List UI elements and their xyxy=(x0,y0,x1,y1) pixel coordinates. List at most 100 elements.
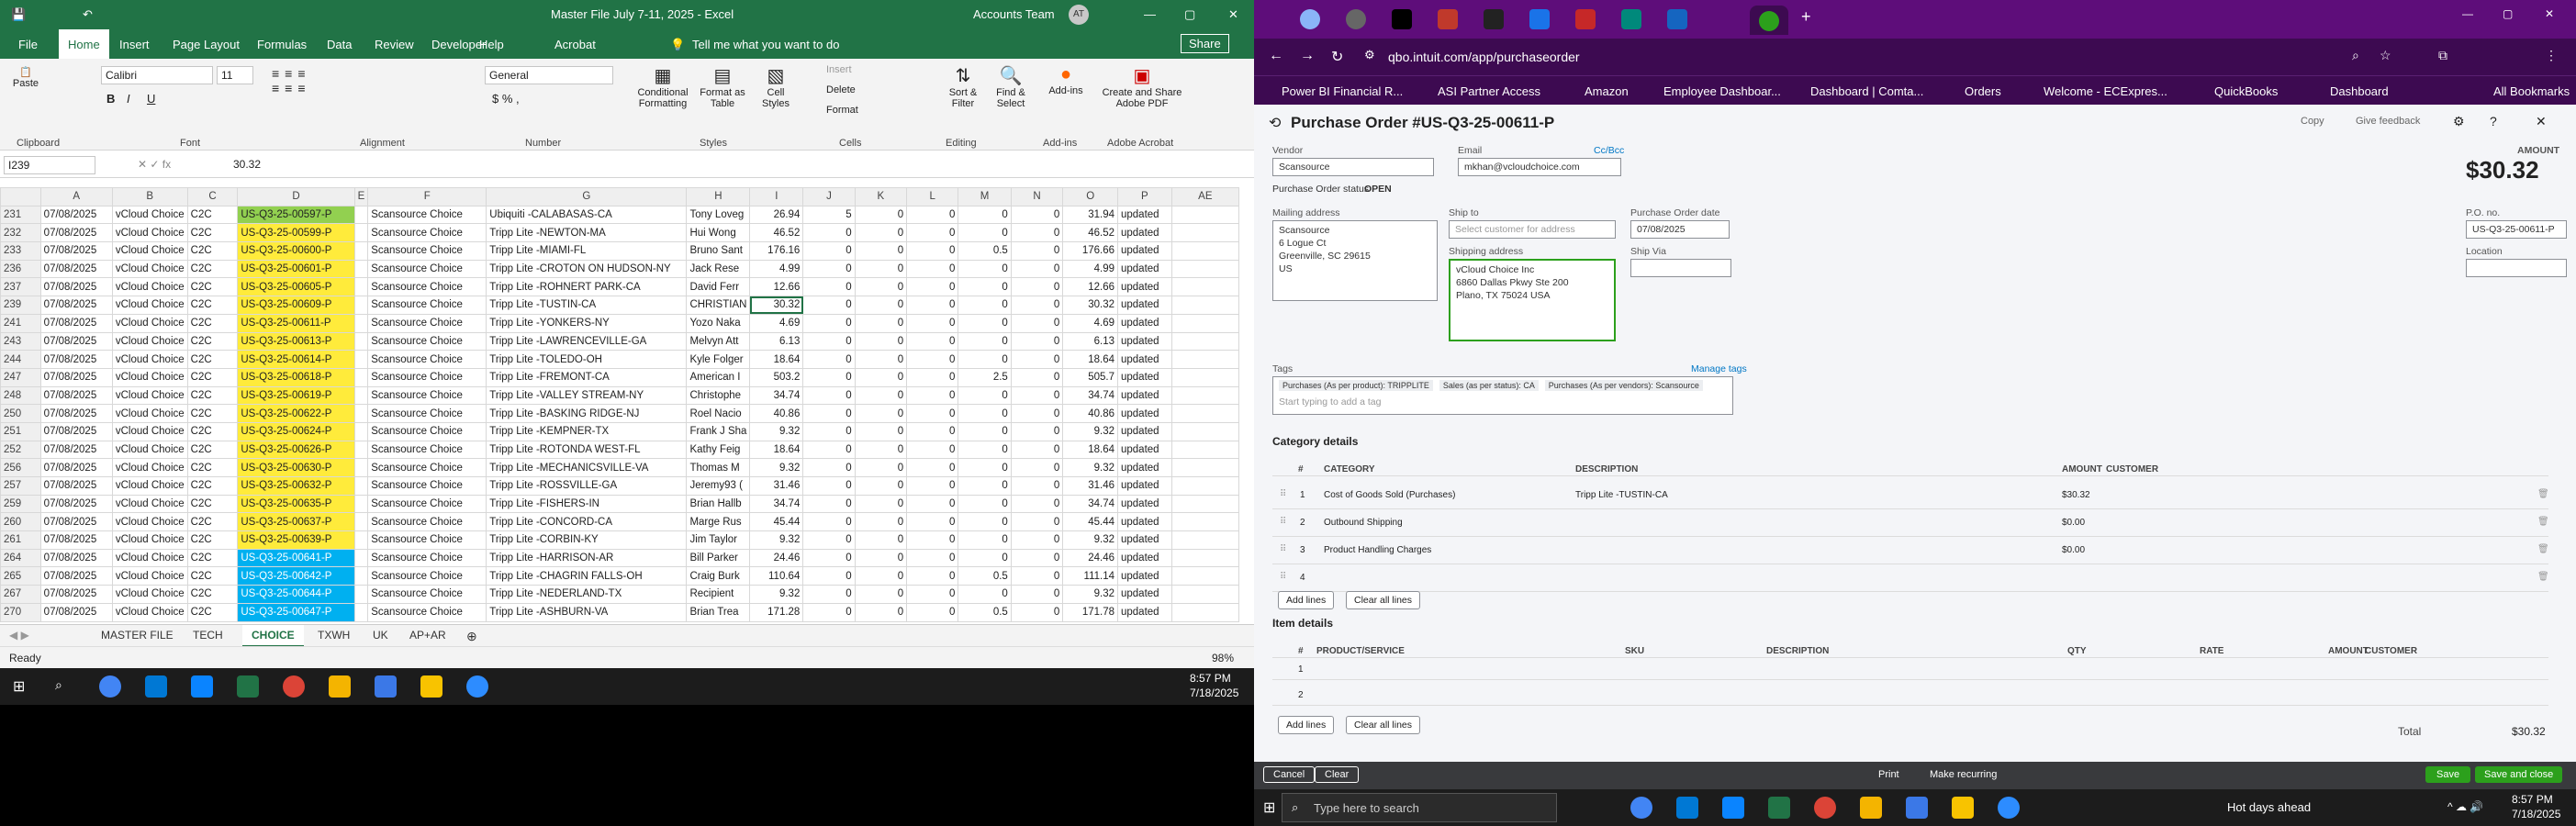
cell[interactable]: updated xyxy=(1117,548,1172,568)
cell[interactable]: 0 xyxy=(906,512,959,532)
cell[interactable]: 0 xyxy=(854,241,908,261)
cell[interactable] xyxy=(353,296,369,315)
cell[interactable]: vCloud Choice xyxy=(111,350,188,369)
cc-bcc-link[interactable]: Cc/Bcc xyxy=(1594,145,1624,156)
cell[interactable]: 07/08/2025 xyxy=(39,440,113,460)
cell[interactable]: Tripp Lite -TUSTIN-CA xyxy=(486,296,688,315)
cell[interactable]: 07/08/2025 xyxy=(39,367,113,387)
cell[interactable]: C2C xyxy=(186,331,239,352)
cell[interactable]: 0 xyxy=(802,259,856,279)
cell-styles-button[interactable]: ▧ Cell Styles xyxy=(753,64,799,109)
cell[interactable]: vCloud Choice xyxy=(111,530,188,550)
cell[interactable]: 0 xyxy=(958,277,1012,297)
cell[interactable]: 4.69 xyxy=(1062,313,1118,333)
windows-start-icon[interactable]: ⊞ xyxy=(13,677,25,696)
cell[interactable]: Scansource Choice xyxy=(367,385,487,406)
column-header[interactable]: P xyxy=(1117,187,1172,206)
cell[interactable]: 0 xyxy=(1010,350,1064,369)
cell[interactable] xyxy=(1170,331,1240,352)
amazon-tab-icon[interactable] xyxy=(1484,9,1504,29)
cell[interactable]: updated xyxy=(1117,458,1172,477)
close-icon[interactable]: ✕ xyxy=(1228,7,1238,22)
cell[interactable]: 07/08/2025 xyxy=(39,602,113,622)
cell[interactable]: 9.32 xyxy=(749,585,804,604)
browser-tab-icon[interactable] xyxy=(1529,9,1550,29)
cell[interactable]: 31.94 xyxy=(1062,205,1118,225)
cell[interactable]: US-Q3-25-00619-P xyxy=(237,385,355,406)
cell[interactable]: 0 xyxy=(958,548,1012,568)
cell[interactable]: US-Q3-25-00609-P xyxy=(237,296,355,315)
cell[interactable]: 0 xyxy=(906,331,959,352)
cell[interactable]: 0 xyxy=(958,223,1012,243)
cell[interactable]: C2C xyxy=(186,421,239,441)
cell[interactable]: 0 xyxy=(802,494,856,514)
cell[interactable] xyxy=(1170,350,1240,369)
browser-tab-icon[interactable] xyxy=(1621,9,1641,29)
spreadsheet-grid[interactable]: A B C D E F G H I J K L M N O P AE 231 07/08/2025 vCloud C… xyxy=(0,187,1240,624)
row-header[interactable]: 251 xyxy=(0,421,41,441)
cell[interactable]: 503.2 xyxy=(749,367,804,387)
cell[interactable]: 30.32 xyxy=(749,296,804,315)
cell[interactable]: 0 xyxy=(958,404,1012,423)
row-header[interactable]: 267 xyxy=(0,585,41,604)
cell[interactable] xyxy=(353,476,369,496)
tab-help[interactable]: Acrobat xyxy=(554,38,596,51)
cell[interactable]: Scansource Choice xyxy=(367,331,487,352)
cell[interactable]: 0 xyxy=(1010,259,1064,279)
cell[interactable]: 0 xyxy=(958,259,1012,279)
bookmark[interactable]: QuickBooks xyxy=(2214,84,2278,98)
sheet-tab[interactable]: TXWH xyxy=(318,629,350,642)
settings-icon[interactable]: ⚙ xyxy=(2453,114,2465,129)
row-number[interactable]: 4 xyxy=(1300,573,1305,583)
cell[interactable]: 0 xyxy=(958,512,1012,532)
row-header[interactable]: 261 xyxy=(0,530,41,550)
browser-tab-icon[interactable] xyxy=(1346,9,1366,29)
file-explorer-icon[interactable] xyxy=(1952,797,1974,819)
cell[interactable]: 0 xyxy=(906,494,959,514)
cell[interactable]: updated xyxy=(1117,566,1172,586)
cell[interactable]: 0 xyxy=(906,367,959,387)
cell[interactable]: Jeremy93 ( xyxy=(686,476,751,496)
category-row[interactable]: ⠿ 2 Outbound Shipping $0.00 🗑 xyxy=(1254,510,2576,537)
column-header[interactable]: E xyxy=(353,187,369,206)
row-header[interactable]: 256 xyxy=(0,458,41,477)
cell[interactable]: vCloud Choice xyxy=(111,313,188,333)
mailing-address-field[interactable]: Scansource 6 Logue Ct Greenville, SC 29615… xyxy=(1272,220,1438,301)
cell[interactable]: C2C xyxy=(186,494,239,514)
cell[interactable] xyxy=(353,385,369,406)
cell[interactable]: US-Q3-25-00600-P xyxy=(237,241,355,261)
cell[interactable]: US-Q3-25-00642-P xyxy=(237,566,355,586)
cell[interactable]: 0 xyxy=(958,421,1012,441)
amount-field[interactable]: $0.00 xyxy=(2062,518,2085,528)
cell[interactable]: 0 xyxy=(906,566,959,586)
cell[interactable] xyxy=(353,404,369,423)
cell[interactable]: 0 xyxy=(958,585,1012,604)
row-header[interactable]: 244 xyxy=(0,350,41,369)
cell[interactable]: C2C xyxy=(186,404,239,423)
row-header[interactable]: 252 xyxy=(0,440,41,460)
cell[interactable]: C2C xyxy=(186,296,239,315)
cell[interactable]: Scansource Choice xyxy=(367,259,487,279)
cell[interactable]: Jim Taylor xyxy=(686,530,751,550)
name-box[interactable]: I239 xyxy=(4,156,95,174)
cell[interactable]: 0 xyxy=(958,205,1012,225)
clear-lines-button[interactable]: Clear all lines xyxy=(1346,591,1421,609)
row-header[interactable]: 264 xyxy=(0,548,41,568)
excel-icon[interactable] xyxy=(1768,797,1790,819)
cell[interactable]: 4.99 xyxy=(749,259,804,279)
cell[interactable]: vCloud Choice xyxy=(111,259,188,279)
history-icon[interactable]: ⟲ xyxy=(1269,114,1281,132)
cell[interactable]: Scansource Choice xyxy=(367,404,487,423)
maximize-icon[interactable]: ▢ xyxy=(1184,7,1195,22)
cell[interactable]: 9.32 xyxy=(1062,530,1118,550)
delete-row-icon[interactable]: 🗑 xyxy=(2537,544,2549,554)
delete-row-icon[interactable]: 🗑 xyxy=(2537,572,2549,582)
status-badge[interactable]: OPEN xyxy=(1364,184,1392,195)
cell[interactable]: vCloud Choice xyxy=(111,367,188,387)
tab-home[interactable]: Home xyxy=(59,29,109,59)
browser-tab-icon[interactable] xyxy=(1667,9,1687,29)
cell[interactable]: updated xyxy=(1117,331,1172,352)
cell[interactable]: 0 xyxy=(802,585,856,604)
cell[interactable]: 46.52 xyxy=(749,223,804,243)
close-icon[interactable]: ✕ xyxy=(2545,7,2554,20)
